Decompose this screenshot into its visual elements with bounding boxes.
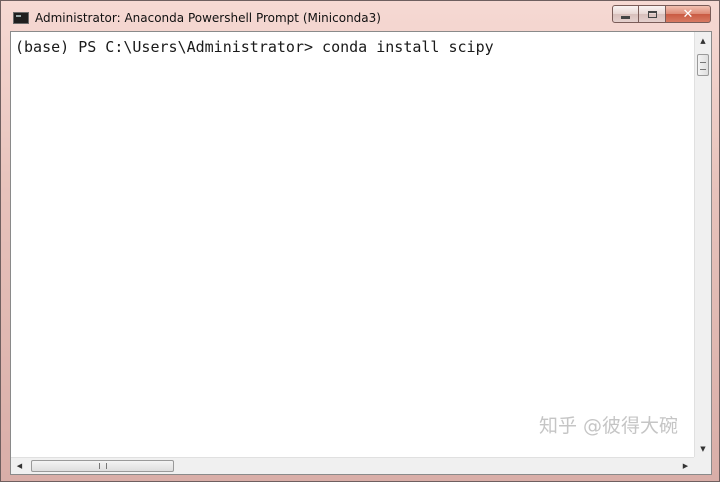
vertical-scrollbar[interactable]: ▲ ▼ [694, 32, 711, 457]
horizontal-scroll-thumb[interactable] [31, 460, 174, 472]
scroll-right-arrow-icon[interactable]: ▶ [677, 458, 694, 474]
watermark: 知乎 @彼得大碗 [539, 415, 679, 437]
horizontal-scrollbar[interactable]: ◀ ▶ [11, 457, 694, 474]
vertical-scroll-thumb[interactable] [697, 54, 709, 76]
console-icon[interactable] [13, 12, 29, 24]
minimize-icon [621, 15, 630, 19]
caption-buttons: ✕ [612, 5, 711, 23]
scroll-left-arrow-icon[interactable]: ◀ [11, 458, 28, 474]
close-button[interactable]: ✕ [666, 5, 711, 23]
close-icon: ✕ [682, 6, 694, 22]
scroll-up-arrow-icon[interactable]: ▲ [695, 32, 711, 49]
minimize-button[interactable] [612, 5, 639, 23]
console-window: Administrator: Anaconda Powershell Promp… [0, 0, 720, 482]
window-title: Administrator: Anaconda Powershell Promp… [35, 11, 381, 25]
maximize-icon [647, 10, 657, 18]
title-bar[interactable]: Administrator: Anaconda Powershell Promp… [1, 1, 719, 31]
maximize-button[interactable] [639, 5, 666, 23]
console-line: (base) PS C:\Users\Administrator> conda … [15, 38, 494, 56]
scroll-down-arrow-icon[interactable]: ▼ [695, 440, 711, 457]
scrollbar-corner [694, 457, 711, 474]
console-area[interactable]: (base) PS C:\Users\Administrator> conda … [10, 31, 712, 475]
